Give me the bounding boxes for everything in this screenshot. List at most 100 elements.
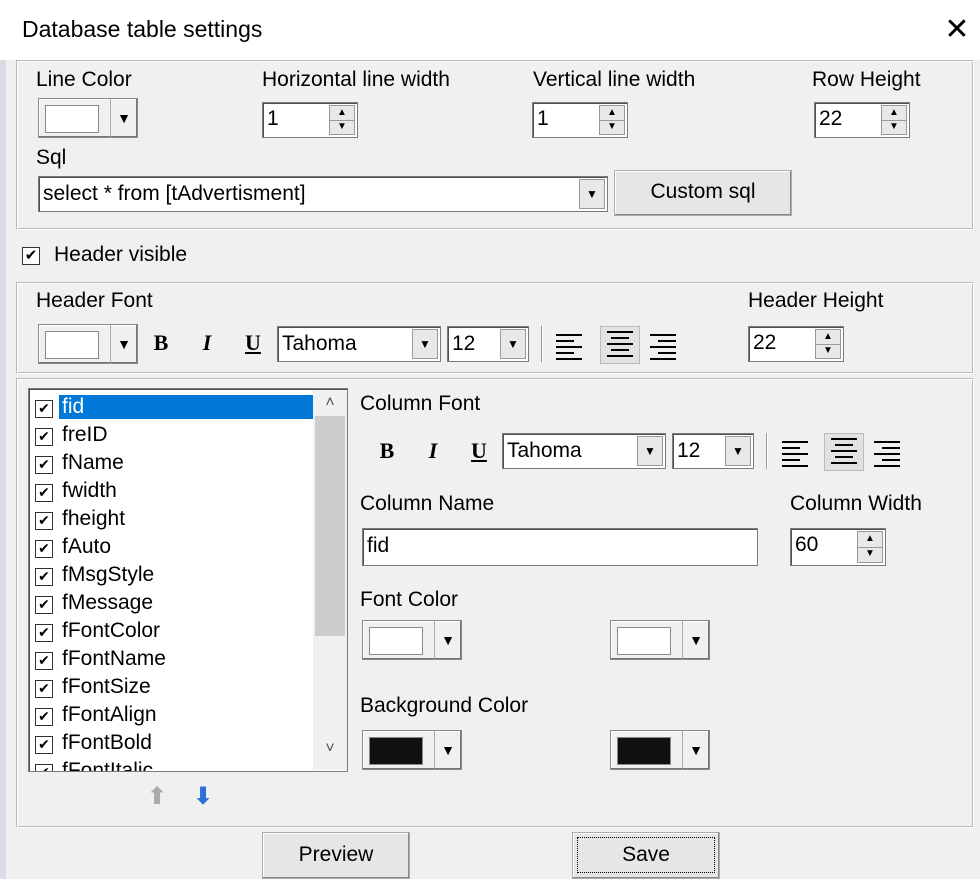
- column-checkbox[interactable]: ✔: [35, 680, 53, 698]
- column-width-spinner[interactable]: 60 ▲ ▼: [790, 528, 886, 566]
- column-checkbox[interactable]: ✔: [35, 428, 53, 446]
- scroll-thumb[interactable]: [315, 416, 345, 636]
- column-checkbox[interactable]: ✔: [35, 540, 53, 558]
- list-item[interactable]: ✔ fMsgStyle: [33, 561, 311, 589]
- column-checkbox[interactable]: ✔: [35, 568, 53, 586]
- align-center-icon[interactable]: [600, 326, 640, 364]
- chevron-down-icon[interactable]: ▼: [725, 436, 751, 466]
- background-color-picker[interactable]: ▼: [362, 730, 462, 770]
- column-bold-button[interactable]: B: [374, 438, 400, 468]
- sql-combo[interactable]: select * from [tAdvertisment] ▼: [38, 176, 608, 212]
- font-color-picker-alt[interactable]: ▼: [610, 620, 710, 660]
- header-font-size-value: 12: [452, 332, 476, 355]
- column-font-size-select[interactable]: 12 ▼: [672, 433, 754, 469]
- vline-width-stepper[interactable]: ▲ ▼: [599, 105, 625, 135]
- align-left-icon[interactable]: [782, 437, 812, 467]
- font-color-swatch: [369, 627, 423, 655]
- window-title: Database table settings: [22, 16, 263, 42]
- column-width-stepper[interactable]: ▲ ▼: [857, 531, 883, 563]
- align-right-icon[interactable]: [874, 437, 904, 467]
- column-checkbox[interactable]: ✔: [35, 512, 53, 530]
- list-item[interactable]: ✔ fFontColor: [33, 617, 311, 645]
- chevron-down-icon[interactable]: ▼: [637, 436, 663, 466]
- align-center-icon[interactable]: [824, 433, 864, 471]
- header-bold-button[interactable]: B: [148, 330, 174, 360]
- scroll-down-icon[interactable]: ˅: [313, 740, 347, 758]
- column-item-label: fFontAlign: [62, 703, 157, 726]
- column-item-label: fheight: [62, 507, 126, 530]
- column-checkbox[interactable]: ✔: [35, 764, 53, 771]
- list-item[interactable]: ✔ fid: [33, 393, 313, 421]
- save-button-label: Save: [577, 837, 715, 873]
- header-height-stepper[interactable]: ▲ ▼: [815, 329, 841, 359]
- move-down-icon[interactable]: ⬇: [192, 782, 214, 812]
- header-visible-label[interactable]: Header visible: [54, 243, 187, 267]
- header-color-swatch: [45, 331, 99, 359]
- column-font-name-select[interactable]: Tahoma ▼: [502, 433, 666, 469]
- chevron-down-icon[interactable]: ▼: [579, 179, 605, 209]
- column-name-label: Column Name: [360, 492, 495, 515]
- background-color-swatch: [369, 737, 423, 765]
- row-height-stepper[interactable]: ▲ ▼: [881, 105, 907, 135]
- hline-width-spinner[interactable]: 1 ▲ ▼: [262, 102, 358, 138]
- list-item[interactable]: ✔ fheight: [33, 505, 311, 533]
- column-checkbox[interactable]: ✔: [35, 484, 53, 502]
- column-checkbox[interactable]: ✔: [35, 652, 53, 670]
- chevron-down-icon[interactable]: ▼: [500, 329, 526, 359]
- list-item[interactable]: ✔ fFontBold: [33, 729, 311, 757]
- list-item[interactable]: ✔ fFontItalic: [33, 757, 311, 772]
- line-color-picker[interactable]: ▼: [38, 98, 138, 138]
- list-item[interactable]: ✔ fName: [33, 449, 311, 477]
- preview-button[interactable]: Preview: [262, 832, 410, 879]
- header-visible-checkbox[interactable]: ✔: [22, 247, 40, 265]
- header-color-picker[interactable]: ▼: [38, 324, 138, 364]
- column-italic-button[interactable]: I: [420, 438, 446, 468]
- list-item[interactable]: ✔ fwidth: [33, 477, 311, 505]
- align-right-icon[interactable]: [650, 330, 680, 360]
- left-edge: [0, 60, 6, 879]
- column-list-scrollbar[interactable]: ˄ ˅: [313, 390, 347, 770]
- header-font-size-select[interactable]: 12 ▼: [447, 326, 529, 362]
- column-width-value: 60: [795, 533, 819, 556]
- column-name-input[interactable]: fid: [362, 528, 758, 566]
- column-checkbox[interactable]: ✔: [35, 736, 53, 754]
- list-item[interactable]: ✔ fAuto: [33, 533, 311, 561]
- background-color-picker-alt[interactable]: ▼: [610, 730, 710, 770]
- column-checkbox[interactable]: ✔: [35, 400, 53, 418]
- list-item[interactable]: ✔ fFontName: [33, 645, 311, 673]
- header-font-name-select[interactable]: Tahoma ▼: [277, 326, 441, 362]
- column-underline-button[interactable]: U: [466, 438, 492, 468]
- column-item-label: fFontName: [62, 647, 166, 670]
- list-item[interactable]: ✔ fMessage: [33, 589, 311, 617]
- hline-width-stepper[interactable]: ▲ ▼: [329, 105, 355, 135]
- header-font-name-value: Tahoma: [282, 332, 357, 355]
- column-checkbox[interactable]: ✔: [35, 708, 53, 726]
- chevron-down-icon[interactable]: ▼: [412, 329, 438, 359]
- list-item[interactable]: ✔ fFontSize: [33, 673, 311, 701]
- header-underline-button[interactable]: U: [240, 330, 266, 360]
- column-checkbox[interactable]: ✔: [35, 624, 53, 642]
- column-item-label: fFontItalic: [62, 759, 154, 772]
- column-list[interactable]: ✔ fid ✔ freID ✔ fName ✔ fwidth ✔ fheight ✔ fAuto ✔ fM…: [28, 388, 348, 772]
- row-height-spinner[interactable]: 22 ▲ ▼: [814, 102, 910, 138]
- list-item[interactable]: ✔ freID: [33, 421, 311, 449]
- column-name-value: fid: [367, 534, 390, 557]
- column-width-label: Column Width: [790, 492, 922, 515]
- header-italic-button[interactable]: I: [194, 330, 220, 360]
- custom-sql-button[interactable]: Custom sql: [614, 170, 792, 216]
- move-up-icon[interactable]: ⬆: [146, 782, 168, 812]
- list-item[interactable]: ✔ fFontAlign: [33, 701, 311, 729]
- header-height-spinner[interactable]: 22 ▲ ▼: [748, 326, 844, 362]
- column-font-name-value: Tahoma: [507, 439, 582, 462]
- vline-width-spinner[interactable]: 1 ▲ ▼: [532, 102, 628, 138]
- chevron-down-icon: ▼: [110, 99, 137, 137]
- chevron-down-icon: ▼: [682, 731, 709, 769]
- column-checkbox[interactable]: ✔: [35, 456, 53, 474]
- column-checkbox[interactable]: ✔: [35, 596, 53, 614]
- save-button[interactable]: Save: [572, 832, 720, 879]
- scroll-up-icon[interactable]: ˄: [313, 394, 347, 412]
- align-left-icon[interactable]: [556, 330, 586, 360]
- font-color-picker[interactable]: ▼: [362, 620, 462, 660]
- close-icon[interactable]: ✕: [940, 10, 974, 50]
- toolbar-separator: [541, 326, 543, 362]
